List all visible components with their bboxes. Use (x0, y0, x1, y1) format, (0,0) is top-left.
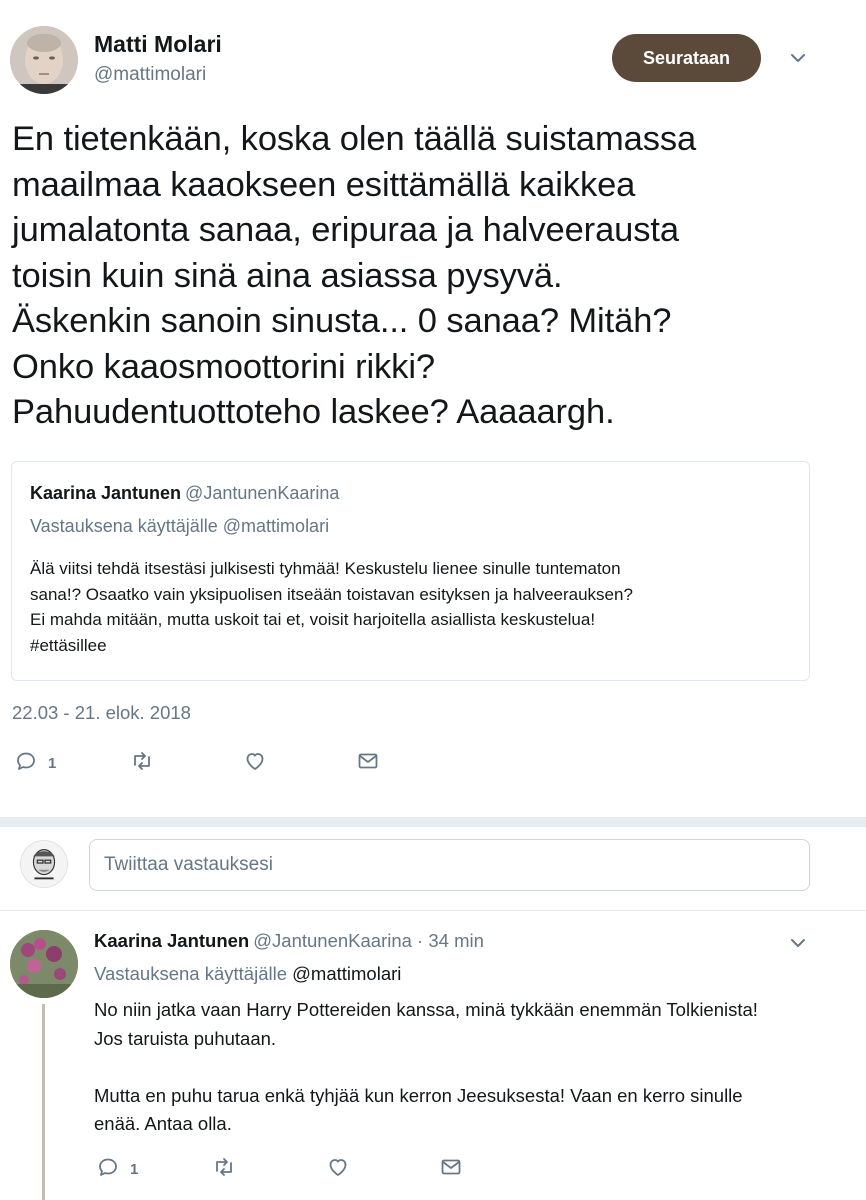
retweet-icon (212, 1155, 236, 1184)
heart-icon (326, 1155, 350, 1184)
following-button[interactable]: Seurataan (612, 34, 761, 82)
retweet-action[interactable] (212, 1155, 236, 1184)
reply-action[interactable]: 1 (96, 1155, 138, 1184)
reply-author-avatar[interactable] (10, 930, 78, 998)
dm-action[interactable] (356, 749, 380, 778)
reply-header: Kaarina Jantunen @JantunenKaarina · 34 mi… (94, 930, 484, 952)
author-avatar[interactable] (10, 26, 78, 94)
reply-action[interactable]: 1 (14, 749, 56, 778)
reply-author-handle[interactable]: @JantunenKaarina (253, 930, 412, 951)
author-handle[interactable]: @mattimolari (94, 64, 206, 86)
reply-input[interactable]: Twiittaa vastauksesi (89, 839, 810, 891)
reply-count: 1 (130, 1161, 139, 1178)
reply-context-user[interactable]: @mattimolari (292, 963, 401, 984)
reply-icon (14, 749, 38, 778)
thread-line (42, 1004, 45, 1200)
reply-count: 1 (48, 755, 57, 772)
retweet-icon (130, 749, 154, 778)
reply-timestamp[interactable]: · 34 min (412, 930, 484, 951)
reply-context-prefix: Vastauksena käyttäjälle (94, 963, 293, 984)
envelope-icon (356, 749, 380, 778)
quote-author: Kaarina Jantunen @JantunenKaarina (30, 483, 339, 504)
chevron-down-icon[interactable] (787, 47, 809, 69)
quote-author-name: Kaarina Jantunen (30, 483, 182, 503)
reply-context: Vastauksena käyttäjälle @mattimolari (94, 963, 401, 985)
retweet-action[interactable] (130, 749, 154, 778)
reply-author-name[interactable]: Kaarina Jantunen (94, 930, 249, 951)
heart-icon (243, 749, 267, 778)
like-action[interactable] (326, 1155, 350, 1184)
reply-icon (96, 1155, 120, 1184)
quoted-tweet[interactable]: Kaarina Jantunen @JantunenKaarina Vastauk… (11, 461, 810, 681)
reply-divider (0, 910, 866, 911)
quote-text: Älä viitsi tehdä itsestäsi julkisesti ty… (30, 559, 633, 655)
envelope-icon (439, 1155, 463, 1184)
quote-author-handle: @JantunenKaarina (185, 483, 340, 503)
tweet-timestamp[interactable]: 22.03 - 21. elok. 2018 (12, 702, 191, 724)
author-name[interactable]: Matti Molari (94, 31, 222, 58)
quote-reply-context: Vastauksena käyttäjälle @mattimolari (30, 516, 330, 536)
tweet-text: En tietenkään, koska olen täällä suistam… (12, 120, 697, 431)
my-avatar (20, 840, 68, 888)
reply-text: No niin jatka vaan Harry Pottereiden kan… (94, 999, 758, 1134)
dm-action[interactable] (439, 1155, 463, 1184)
chevron-down-icon[interactable] (787, 932, 809, 954)
like-action[interactable] (243, 749, 267, 778)
section-divider (0, 817, 866, 827)
